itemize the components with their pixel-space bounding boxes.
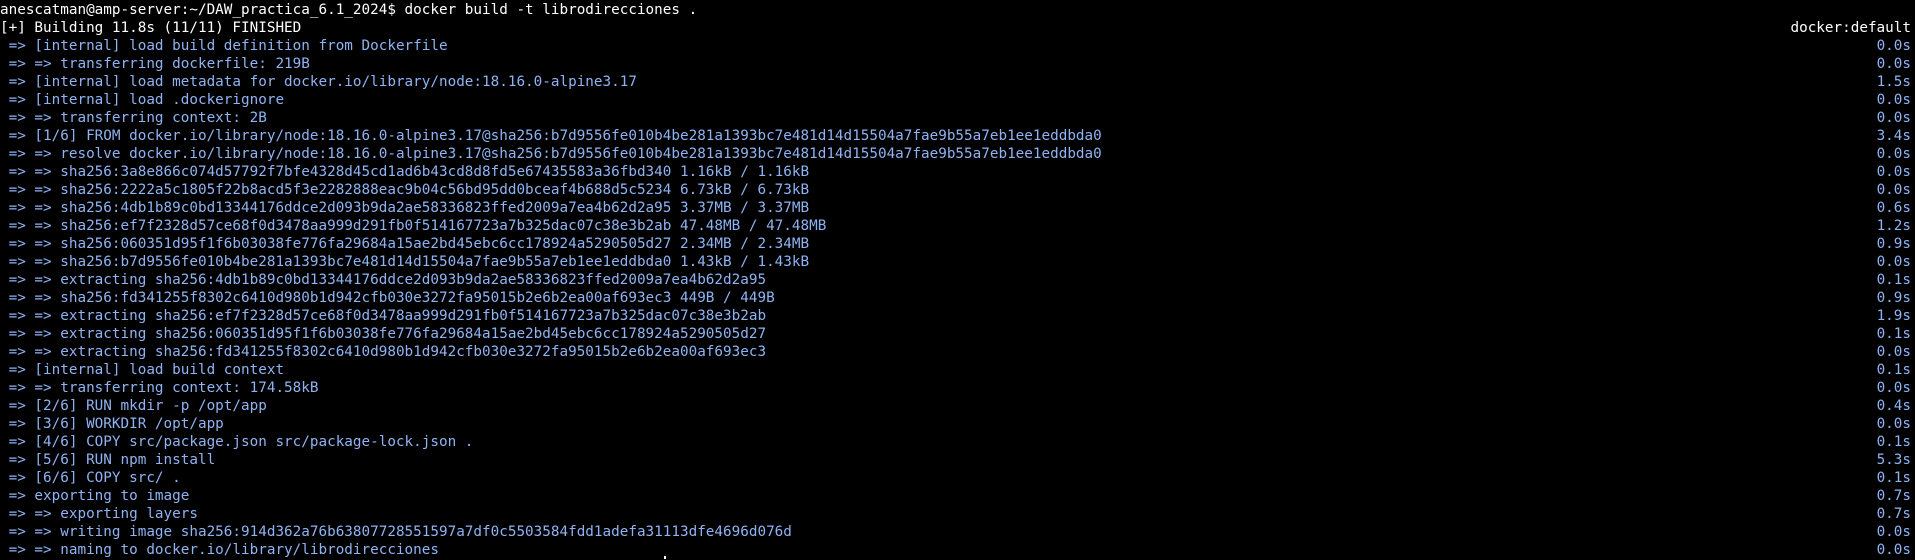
build-step-text: => [6/6] COPY src/ . — [0, 470, 181, 486]
build-step-line: => => writing image sha256:914d362a76b63… — [0, 523, 1915, 541]
build-step-line: => [internal] load build definition from… — [0, 37, 1915, 55]
build-step-duration: 0.0s — [1876, 344, 1911, 360]
build-step-duration: 0.0s — [1876, 254, 1911, 270]
build-step-text: => [3/6] WORKDIR /opt/app — [0, 416, 224, 432]
build-step-line: => => extracting sha256:ef7f2328d57ce68f… — [0, 307, 1915, 325]
build-step-duration: 0.0s — [1876, 380, 1911, 396]
command-prompt: anescatman@amp-server:~/DAW_practica_6.1… — [0, 2, 698, 18]
build-step-duration: 0.9s — [1876, 290, 1911, 306]
build-step-line: => => resolve docker.io/library/node:18.… — [0, 145, 1915, 163]
build-step-line: => => sha256:3a8e866c074d57792f7bfe4328d… — [0, 163, 1915, 181]
build-step-text: => => transferring context: 174.58kB — [0, 380, 319, 396]
build-step-duration: 3.4s — [1876, 128, 1911, 144]
build-step-text: => exporting to image — [0, 488, 190, 504]
build-step-duration: 0.0s — [1876, 542, 1911, 558]
build-step-text: => => sha256:ef7f2328d57ce68f0d3478aa999… — [0, 218, 827, 234]
build-step-line: => exporting to image 0.7s — [0, 487, 1915, 505]
build-step-text: => => sha256:b7d9556fe010b4be281a1393bc7… — [0, 254, 810, 270]
build-step-text: => => resolve docker.io/library/node:18.… — [0, 146, 1102, 162]
build-step-text: => => sha256:060351d95f1f6b03038fe776fa2… — [0, 236, 810, 252]
build-step-line: => [4/6] COPY src/package.json src/packa… — [0, 433, 1915, 451]
build-step-duration: 0.1s — [1876, 434, 1911, 450]
build-step-duration: 0.7s — [1876, 488, 1911, 504]
build-step-text: => [internal] load build context — [0, 362, 285, 378]
build-step-text: => => extracting sha256:060351d95f1f6b03… — [0, 326, 767, 342]
build-step-duration: 1.2s — [1876, 218, 1911, 234]
build-step-duration: 0.0s — [1876, 182, 1911, 198]
build-step-line: => => transferring dockerfile: 219B 0.0s — [0, 55, 1915, 73]
build-step-duration: 0.1s — [1876, 362, 1911, 378]
build-step-duration: 1.5s — [1876, 74, 1911, 90]
build-step-line: => => sha256:2222a5c1805f22b8acd5f3e2282… — [0, 181, 1915, 199]
build-step-text: => [5/6] RUN npm install — [0, 452, 216, 468]
build-step-duration: 0.0s — [1876, 110, 1911, 126]
build-step-line: => => transferring context: 2B 0.0s — [0, 109, 1915, 127]
build-step-duration: 0.0s — [1876, 416, 1911, 432]
build-step-duration: 0.1s — [1876, 470, 1911, 486]
build-step-line: => [internal] load metadata for docker.i… — [0, 73, 1915, 91]
build-step-line: => => transferring context: 174.58kB 0.0s — [0, 379, 1915, 397]
build-step-line: => [6/6] COPY src/ . 0.1s — [0, 469, 1915, 487]
build-step-line: => [3/6] WORKDIR /opt/app 0.0s — [0, 415, 1915, 433]
build-step-text: => [internal] load metadata for docker.i… — [0, 74, 637, 90]
build-step-line: => [internal] load build context 0.1s — [0, 361, 1915, 379]
command-prompt-line: anescatman@amp-server:~/DAW_practica_6.1… — [0, 1, 1915, 19]
build-step-text: => => sha256:fd341255f8302c6410d980b1d94… — [0, 290, 775, 306]
build-steps-list: => [internal] load build definition from… — [0, 37, 1915, 559]
build-step-text: => => naming to docker.io/library/librod… — [0, 542, 439, 558]
build-step-line: => => naming to docker.io/library/librod… — [0, 541, 1915, 559]
terminal-window[interactable]: anescatman@amp-server:~/DAW_practica_6.1… — [0, 0, 1915, 560]
build-step-duration: 0.4s — [1876, 398, 1911, 414]
build-step-text: => [internal] load .dockerignore — [0, 92, 285, 108]
build-step-line: => => sha256:fd341255f8302c6410d980b1d94… — [0, 289, 1915, 307]
build-step-duration: 1.9s — [1876, 308, 1911, 324]
build-step-duration: 5.3s — [1876, 452, 1911, 468]
build-step-line: => => sha256:b7d9556fe010b4be281a1393bc7… — [0, 253, 1915, 271]
build-step-text: => [1/6] FROM docker.io/library/node:18.… — [0, 128, 1102, 144]
build-step-text: => => extracting sha256:4db1b89c0bd13344… — [0, 272, 767, 288]
build-step-line: => => extracting sha256:060351d95f1f6b03… — [0, 325, 1915, 343]
build-step-duration: 0.0s — [1876, 524, 1911, 540]
build-step-duration: 0.9s — [1876, 236, 1911, 252]
build-step-line: => => extracting sha256:fd341255f8302c64… — [0, 343, 1915, 361]
build-step-text: => => extracting sha256:ef7f2328d57ce68f… — [0, 308, 767, 324]
build-step-line: => => extracting sha256:4db1b89c0bd13344… — [0, 271, 1915, 289]
build-step-duration: 0.0s — [1876, 56, 1911, 72]
build-status: [+] Building 11.8s (11/11) FINISHED — [0, 20, 302, 36]
build-step-duration: 0.1s — [1876, 326, 1911, 342]
build-step-text: => => writing image sha256:914d362a76b63… — [0, 524, 792, 540]
build-step-line: => [1/6] FROM docker.io/library/node:18.… — [0, 127, 1915, 145]
build-step-duration: 0.0s — [1876, 38, 1911, 54]
build-step-duration: 0.6s — [1876, 200, 1911, 216]
build-step-duration: 0.1s — [1876, 272, 1911, 288]
build-step-line: => [internal] load .dockerignore 0.0s — [0, 91, 1915, 109]
build-step-text: => => transferring context: 2B — [0, 110, 267, 126]
build-step-duration: 0.0s — [1876, 92, 1911, 108]
build-step-text: => => sha256:3a8e866c074d57792f7bfe4328d… — [0, 164, 810, 180]
build-step-text: => => transferring dockerfile: 219B — [0, 56, 310, 72]
build-step-text: => => exporting layers — [0, 506, 198, 522]
build-step-text: => => sha256:4db1b89c0bd13344176ddce2d09… — [0, 200, 810, 216]
build-step-duration: 0.0s — [1876, 146, 1911, 162]
build-step-text: => => sha256:2222a5c1805f22b8acd5f3e2282… — [0, 182, 810, 198]
build-step-line: => => sha256:060351d95f1f6b03038fe776fa2… — [0, 235, 1915, 253]
build-step-line: => => sha256:4db1b89c0bd13344176ddce2d09… — [0, 199, 1915, 217]
build-step-text: => => extracting sha256:fd341255f8302c64… — [0, 344, 767, 360]
build-step-text: => [4/6] COPY src/package.json src/packa… — [0, 434, 474, 450]
build-step-duration: 0.7s — [1876, 506, 1911, 522]
build-step-line: => [2/6] RUN mkdir -p /opt/app 0.4s — [0, 397, 1915, 415]
text-cursor — [664, 556, 666, 559]
build-status-line: [+] Building 11.8s (11/11) FINISHED dock… — [0, 19, 1915, 37]
build-step-duration: 0.0s — [1876, 164, 1911, 180]
build-step-text: => [2/6] RUN mkdir -p /opt/app — [0, 398, 267, 414]
build-step-line: => => exporting layers 0.7s — [0, 505, 1915, 523]
build-step-line: => => sha256:ef7f2328d57ce68f0d3478aa999… — [0, 217, 1915, 235]
builder-name: docker:default — [1790, 20, 1911, 36]
build-step-line: => [5/6] RUN npm install 5.3s — [0, 451, 1915, 469]
build-step-text: => [internal] load build definition from… — [0, 38, 448, 54]
